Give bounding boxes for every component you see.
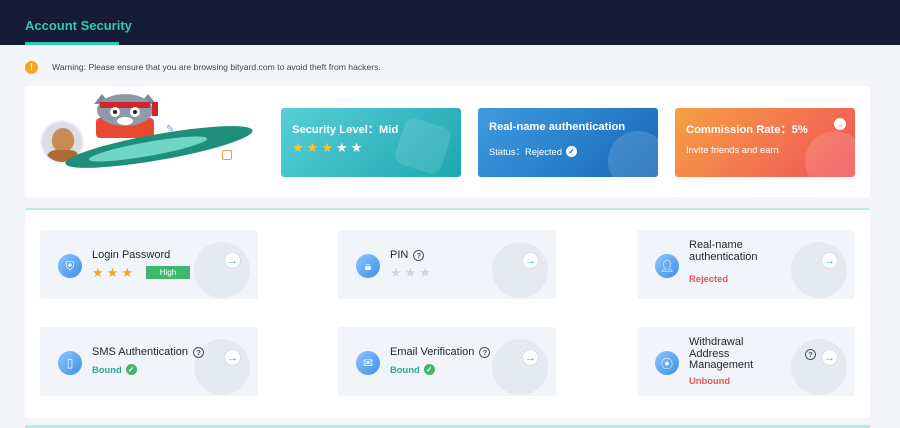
arrow-right-icon[interactable]: → — [224, 252, 241, 269]
security-level-stars: ★ ★ ★ ★ ★ — [292, 141, 362, 154]
help-icon[interactable]: ? — [413, 249, 425, 261]
commission-panel-title: Commission Rate：5% — [686, 124, 808, 136]
sms-authentication-item[interactable]: ▯ SMS Authentication ? Bound ✓ → — [40, 327, 258, 396]
panel-watermark — [608, 131, 658, 177]
check-icon: ✓ — [565, 145, 577, 157]
realname-panel-title: Real-name authentication — [489, 121, 626, 133]
star-icon: ★ — [292, 140, 304, 155]
email-title: Email Verification — [390, 346, 475, 358]
panel-watermark — [805, 131, 855, 177]
edit-icon[interactable]: ✎ — [166, 124, 174, 135]
star-icon: ★ — [106, 265, 119, 280]
location-pin-icon: ⦿ — [655, 351, 679, 375]
pin-title-row: PIN ? — [390, 249, 425, 261]
warning-icon: ! — [25, 60, 38, 74]
tile-watermark — [791, 339, 847, 395]
pin-stars: ★ ★ ★ — [390, 266, 431, 279]
arrow-right-icon[interactable]: → — [522, 349, 539, 366]
arrow-right-icon[interactable]: → — [821, 349, 838, 366]
help-icon[interactable]: ? — [805, 349, 816, 360]
tile-watermark — [492, 242, 548, 298]
active-tab-indicator — [25, 42, 119, 45]
arrow-right-icon[interactable]: → — [834, 118, 846, 130]
star-icon: ★ — [335, 140, 348, 155]
panel-watermark — [392, 115, 454, 177]
sms-title-row: SMS Authentication ? — [92, 346, 205, 358]
tile-watermark — [791, 242, 847, 298]
top-bar: Account Security — [0, 0, 900, 45]
email-status-text: Bound — [390, 364, 420, 375]
shield-icon: ⛨ — [58, 254, 82, 278]
phone-icon: ▯ — [58, 351, 82, 375]
realname-title: Real-name authentication — [689, 239, 758, 263]
check-icon: ✓ — [125, 364, 137, 375]
pin-title: PIN — [390, 249, 409, 261]
email-status: Bound ✓ — [390, 364, 435, 375]
security-level-panel: Security Level：Mid ★ ★ ★ ★ ★ — [281, 108, 461, 177]
withdrawal-title: Withdrawal Address Management — [689, 336, 754, 371]
login-password-title: Login Password — [92, 249, 171, 261]
star-icon: ★ — [321, 140, 333, 155]
star-icon: ★ — [350, 140, 363, 155]
realname-status-text: Status：Rejected — [489, 146, 562, 157]
tab-account-security[interactable]: Account Security — [25, 18, 132, 33]
arrow-right-icon[interactable]: → — [522, 252, 539, 269]
realname-panel[interactable]: Real-name authentication Status：Rejected… — [478, 108, 658, 177]
arrow-right-icon[interactable]: → — [224, 349, 241, 366]
warning-text: Warning: Please ensure that you are brow… — [52, 62, 381, 72]
warning-banner: ! Warning: Please ensure that you are br… — [25, 59, 381, 75]
login-password-item[interactable]: ⛨ Login Password ★ ★ ★ High → — [40, 230, 258, 299]
star-icon: ★ — [92, 265, 104, 280]
arrow-right-icon[interactable]: → — [821, 252, 838, 269]
pin-item[interactable]: 🔒︎ PIN ? ★ ★ ★ → — [338, 230, 556, 299]
realname-item[interactable]: 👤︎ Real-name authentication Rejected → — [637, 230, 855, 299]
sms-status: Bound ✓ — [92, 364, 137, 375]
star-icon: ★ — [121, 265, 133, 280]
email-verification-item[interactable]: ✉ Email Verification ? Bound ✓ → — [338, 327, 556, 396]
star-icon: ★ — [404, 265, 417, 280]
help-icon[interactable]: ? — [193, 346, 205, 358]
envelope-icon: ✉ — [356, 351, 380, 375]
sms-title: SMS Authentication — [92, 346, 189, 358]
tile-watermark — [492, 339, 548, 395]
copy-icon[interactable] — [222, 150, 232, 160]
realname-panel-status: Status：Rejected ✓ — [489, 144, 577, 158]
withdrawal-status: Unbound — [689, 375, 731, 386]
check-icon: ✓ — [423, 364, 435, 375]
sms-status-text: Bound — [92, 364, 122, 375]
security-level-title: Security Level：Mid — [292, 124, 399, 136]
strength-badge: High — [146, 266, 190, 279]
cat-illustration — [94, 94, 158, 138]
commission-panel[interactable]: Commission Rate：5% → Invite friends and … — [675, 108, 855, 177]
commission-panel-subtitle: Invite friends and earn — [686, 144, 779, 155]
login-password-stars: ★ ★ ★ — [92, 266, 133, 279]
star-icon: ★ — [390, 265, 402, 280]
realname-status: Rejected — [689, 273, 729, 284]
help-icon[interactable]: ? — [479, 346, 491, 358]
withdrawal-address-item[interactable]: ⦿ Withdrawal Address Management ? Unboun… — [637, 327, 855, 396]
lock-icon: 🔒︎ — [356, 254, 380, 278]
star-icon: ★ — [306, 140, 319, 155]
tile-watermark — [194, 242, 250, 298]
user-id-icon: 👤︎ — [655, 254, 679, 278]
star-icon: ★ — [419, 265, 431, 280]
email-title-row: Email Verification ? — [390, 346, 491, 358]
profile-illustration — [38, 84, 258, 184]
